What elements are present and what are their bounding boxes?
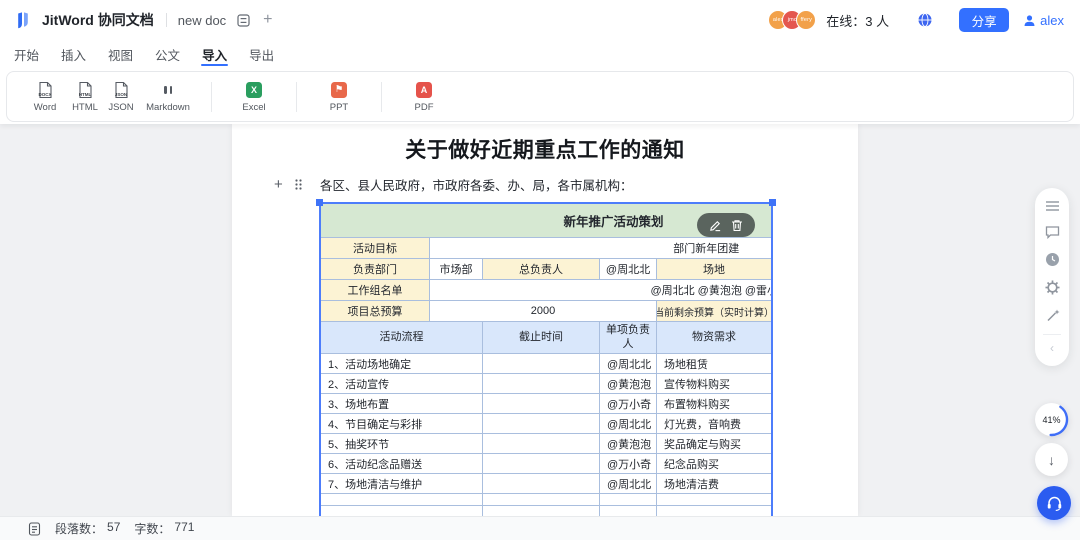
menu-view[interactable]: 视图 bbox=[107, 40, 134, 69]
flow-row[interactable]: 6、活动纪念品赠送 @万小奇 纪念品购买 bbox=[321, 454, 771, 474]
menu-import[interactable]: 导入 bbox=[201, 40, 228, 69]
magic-wand-icon[interactable] bbox=[1045, 308, 1060, 323]
menu-export[interactable]: 导出 bbox=[248, 40, 275, 69]
flow-row-empty[interactable] bbox=[321, 494, 771, 506]
export-ppt-button[interactable]: ⚑ PPT bbox=[311, 80, 367, 113]
json-file-icon: JSON bbox=[112, 80, 130, 99]
flow-row-empty[interactable] bbox=[321, 506, 771, 516]
flow-row[interactable]: 4、节目确定与彩排 @周北北 灯光费，音响费 bbox=[321, 414, 771, 434]
doc-tab[interactable]: new doc bbox=[178, 13, 226, 28]
share-button[interactable]: 分享 bbox=[959, 8, 1009, 32]
export-excel-button[interactable]: X Excel bbox=[226, 80, 282, 113]
word-count-label: 字数： bbox=[134, 520, 170, 537]
outline-list-icon[interactable] bbox=[1045, 200, 1060, 212]
import-json-button[interactable]: JSON JSON bbox=[103, 80, 139, 113]
table-action-pill[interactable] bbox=[697, 213, 755, 237]
user-name: alex bbox=[1040, 13, 1064, 28]
flow-row[interactable]: 5、抽奖环节 @黄泡泡 奖品确定与购买 bbox=[321, 434, 771, 454]
toolbar-divider bbox=[211, 82, 212, 112]
side-tool-rail: ‹ bbox=[1035, 188, 1069, 366]
app-title: JitWord 协同文档 bbox=[42, 10, 154, 30]
rail-divider bbox=[1043, 334, 1061, 335]
drag-handle-icon[interactable] bbox=[294, 178, 303, 191]
markdown-icon bbox=[159, 80, 177, 99]
paragraph-text[interactable]: 各区、县人民政府，市政府各委、办、局，各市属机构： bbox=[320, 175, 633, 194]
paragraph-row[interactable]: + 各区、县人民政府，市政府各委、办、局，各市属机构： bbox=[232, 175, 858, 193]
user-icon bbox=[1023, 14, 1036, 27]
menu-official[interactable]: 公文 bbox=[154, 40, 181, 69]
scroll-to-bottom-button[interactable]: ↓ bbox=[1035, 443, 1068, 476]
editor-canvas: 关于做好近期重点工作的通知 + 各区、县人民政府，市政府各委、办、局，各市属机构… bbox=[0, 124, 1080, 516]
document-title[interactable]: 关于做好近期重点工作的通知 bbox=[232, 134, 858, 164]
toolbar-divider bbox=[296, 82, 297, 112]
add-block-icon[interactable]: + bbox=[274, 177, 283, 192]
pdf-icon: A bbox=[415, 80, 433, 99]
online-avatars[interactable]: alex jmc ffery bbox=[768, 10, 816, 30]
online-count: 在线：3 人 bbox=[826, 11, 889, 30]
import-word-button[interactable]: DOCX Word bbox=[23, 80, 67, 113]
table-row-team[interactable]: 工作组名单 @周北北 @黄泡泡 @雷小达 bbox=[321, 280, 771, 301]
flow-row[interactable]: 7、场地清洁与维护 @周北北 场地清洁费 bbox=[321, 474, 771, 494]
delete-trash-icon[interactable] bbox=[731, 219, 743, 232]
activity-plan-table[interactable]: 新年推广活动策划 活动目标 部门新年团建 负责部门 市场部 总负责人 @周北北 … bbox=[319, 202, 773, 516]
import-toolbar: DOCX Word HTML HTML JSON bbox=[6, 71, 1074, 122]
language-globe-icon[interactable] bbox=[917, 12, 933, 28]
menu-bar: 开始 插入 视图 公文 导入 导出 bbox=[0, 40, 1080, 69]
table-handle-topright[interactable] bbox=[769, 199, 776, 206]
export-pdf-button[interactable]: A PDF bbox=[396, 80, 452, 113]
table-row-goal[interactable]: 活动目标 部门新年团建 bbox=[321, 238, 771, 259]
table-handle-topleft[interactable] bbox=[316, 199, 323, 206]
toolbar-strip: DOCX Word HTML HTML JSON bbox=[0, 69, 1080, 124]
flow-row[interactable]: 1、活动场地确定 @周北北 场地租赁 bbox=[321, 354, 771, 374]
html-file-icon: HTML bbox=[76, 80, 94, 99]
word-file-icon: DOCX bbox=[36, 80, 54, 99]
current-user[interactable]: alex bbox=[1023, 13, 1064, 28]
support-button[interactable] bbox=[1037, 486, 1071, 520]
paragraph-count-value: 57 bbox=[107, 520, 120, 537]
document-stats: 段落数： 57 字数： 771 bbox=[55, 520, 204, 537]
collapse-chevron-icon[interactable]: ‹ bbox=[1050, 342, 1054, 354]
excel-icon: X bbox=[245, 80, 263, 99]
divider bbox=[166, 13, 167, 27]
import-markdown-button[interactable]: Markdown bbox=[139, 80, 197, 113]
word-count-icon[interactable] bbox=[28, 522, 41, 536]
history-clock-icon[interactable] bbox=[1045, 252, 1060, 267]
flow-header-row[interactable]: 活动流程 截止时间 单项负责人 物资需求 bbox=[321, 322, 771, 354]
flow-row[interactable]: 2、活动宣传 @黄泡泡 宣传物料购买 bbox=[321, 374, 771, 394]
ppt-icon: ⚑ bbox=[330, 80, 348, 99]
paragraph-count-label: 段落数： bbox=[55, 520, 103, 537]
app-logo-icon bbox=[12, 9, 34, 31]
down-arrow-icon: ↓ bbox=[1048, 452, 1055, 468]
table-row-department[interactable]: 负责部门 市场部 总负责人 @周北北 场地 bbox=[321, 259, 771, 280]
flow-row[interactable]: 3、场地布置 @万小奇 布置物料购买 bbox=[321, 394, 771, 414]
menu-insert[interactable]: 插入 bbox=[60, 40, 87, 69]
zoom-indicator[interactable]: 41% bbox=[1035, 403, 1068, 436]
settings-gear-icon[interactable] bbox=[1045, 280, 1060, 295]
import-html-button[interactable]: HTML HTML bbox=[67, 80, 103, 113]
comment-icon[interactable] bbox=[1045, 225, 1060, 239]
headset-icon bbox=[1046, 495, 1063, 511]
zoom-progress-arc bbox=[1034, 402, 1069, 437]
document-page[interactable]: 关于做好近期重点工作的通知 + 各区、县人民政府，市政府各委、办、局，各市属机构… bbox=[232, 124, 858, 516]
top-bar: JitWord 协同文档 new doc + alex jmc ffery 在线… bbox=[0, 0, 1080, 40]
avatar[interactable]: ffery bbox=[796, 10, 816, 30]
status-bar: 段落数： 57 字数： 771 bbox=[0, 516, 1080, 540]
word-count-value: 771 bbox=[174, 520, 194, 537]
doc-list-icon[interactable] bbox=[236, 13, 251, 28]
table-row-budget[interactable]: 项目总预算 2000 当前剩余预算（实时计算） bbox=[321, 301, 771, 322]
app-window: JitWord 协同文档 new doc + alex jmc ffery 在线… bbox=[0, 0, 1080, 540]
edit-pencil-icon[interactable] bbox=[709, 219, 722, 232]
toolbar-divider bbox=[381, 82, 382, 112]
menu-start[interactable]: 开始 bbox=[13, 40, 40, 69]
new-tab-icon[interactable]: + bbox=[263, 12, 272, 28]
